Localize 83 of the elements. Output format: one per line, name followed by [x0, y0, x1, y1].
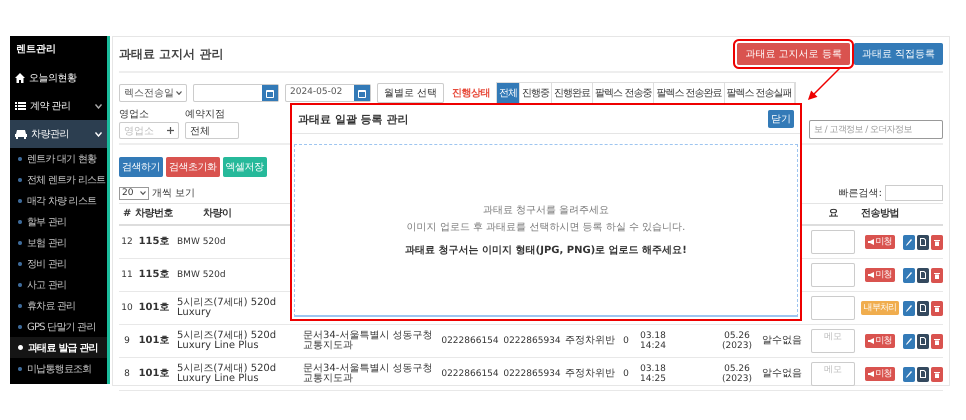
table-cell-text: 0222866154	[440, 368, 500, 381]
column-header[interactable]: 차량번호	[135, 204, 173, 224]
plate-number: 115호	[138, 235, 170, 249]
status-tab[interactable]: 진행중	[520, 83, 552, 103]
status-tab[interactable]: 팔렉스 전송중	[593, 83, 654, 103]
table-cell-text: 주정차위반	[564, 367, 616, 381]
register-button[interactable]: 과태료 고지서로 등록	[737, 43, 850, 65]
car-name: 5시리즈(7세대) 520d Luxury Line Plus	[176, 362, 278, 386]
table-cell-text: 문서34-서울특별시 성동구청 교통지도과	[302, 329, 434, 353]
reserve-branch-label: 예약지점	[185, 108, 226, 121]
status-badge: 미청	[865, 367, 895, 381]
sidebar-title: 렌트관리	[15, 43, 57, 57]
sidebar-item[interactable]: 오늘의현황	[10, 64, 107, 92]
month-select-button[interactable]: 월별로 선택	[377, 83, 444, 103]
status-tab[interactable]: 팔렉스 전송실패	[724, 83, 795, 103]
submenu-item[interactable]: GPS 단말기 관리	[10, 316, 107, 337]
column-header[interactable]: 차량이	[173, 204, 283, 224]
status-tab[interactable]: 진행완료	[552, 83, 594, 103]
table-cell-text: 05.26 (2023)	[721, 363, 753, 386]
car-name: 5시리즈(7세대) 520d Luxury Line Plus	[176, 329, 278, 353]
plate-number: 101호	[138, 301, 170, 315]
page-title: 과태료 고지서 관리	[119, 46, 224, 62]
car-name: BMW 520d	[176, 269, 227, 282]
plate-number: 101호	[138, 334, 170, 348]
submenu-item[interactable]: 보험 관리	[10, 232, 107, 253]
date-type-select[interactable]: 렉스전송일	[119, 84, 187, 102]
action-button[interactable]: 검색하기	[119, 157, 163, 177]
submenu-item[interactable]: 렌트카 대기 현황	[10, 148, 107, 169]
page-size-label: 개씩 보기	[152, 187, 196, 200]
table-cell-text: 0222866154	[440, 335, 500, 348]
row-number: 9	[123, 335, 131, 348]
row-number: 8	[123, 368, 131, 381]
end-date-field[interactable]: 2024-05-02	[285, 84, 371, 102]
page-size-select[interactable]: 20	[119, 186, 149, 200]
row-number: 11	[120, 269, 134, 282]
upload-drop-zone[interactable]: 과태료 청구서를 올려주세요 이미지 업로드 후 과태료를 선택하시면 등록 하실 수 있습니다. 과태료 청구서는 이미지 형태(JPG, PNG)로 업로드 해주세요!	[294, 144, 798, 317]
table-cell-text: 0	[622, 335, 630, 348]
status-badge: 미청	[865, 268, 895, 282]
table-cell-text: 03.18 14:25	[639, 363, 667, 386]
submenu-item[interactable]: 미납통행료조회	[10, 358, 107, 379]
sidebar-item[interactable]: 계약 관리	[10, 92, 107, 120]
reserve-branch-field[interactable]: 전체	[185, 122, 239, 139]
plate-number: 101호	[138, 367, 170, 381]
submenu-item[interactable]: 정비 관리	[10, 253, 107, 274]
status-label: 진행상태	[452, 87, 490, 100]
row-number: 10	[120, 302, 134, 315]
table-cell-text: 알수없음	[761, 367, 803, 381]
table-cell-text: 주정차위반	[564, 334, 616, 348]
table-cell-text: 05.26 (2023)	[721, 330, 753, 353]
upload-notice: 과태료 청구서는 이미지 형태(JPG, PNG)로 업로드 해주세요!	[405, 244, 687, 257]
branch-label: 영업소	[119, 108, 150, 121]
plate-number: 115호	[138, 268, 170, 282]
quick-search-label: 빠른검색:	[838, 187, 882, 200]
close-button[interactable]: 닫기	[768, 110, 794, 128]
submenu-item[interactable]: 매각 차량 리스트	[10, 190, 107, 211]
upload-hint: 과태료 청구서를 올려주세요	[482, 204, 610, 217]
sidebar-item[interactable]: 차량관리	[10, 120, 107, 148]
row-number: 12	[120, 236, 134, 249]
upload-hint: 이미지 업로드 후 과태료를 선택하시면 등록 하실 수 있습니다.	[406, 221, 686, 234]
column-header[interactable]: #	[119, 204, 135, 224]
status-badge: 미청	[865, 334, 895, 348]
column-header[interactable]: 요	[807, 204, 859, 224]
status-tab[interactable]: 팔렉스 전송완료	[654, 83, 725, 103]
status-tab[interactable]: 전체	[497, 83, 520, 103]
modal-title: 과태료 일괄 등록 관리	[298, 112, 408, 126]
table-cell-text: 0222865934	[502, 368, 562, 381]
register-button[interactable]: 과태료 직접등록	[854, 43, 943, 65]
table-cell-text: 0	[622, 368, 630, 381]
table-cell-text: 문서34-서울특별시 성동구청 교통지도과	[302, 362, 434, 386]
status-badge: 내부처리	[860, 301, 900, 315]
table-cell-text: 03.18 14:24	[639, 330, 667, 353]
table-cell-text: 알수없음	[761, 334, 803, 348]
table-cell-text: 0222865934	[502, 335, 562, 348]
car-name: 5시리즈(7세대) 520d Luxury	[176, 296, 278, 320]
submenu-item[interactable]: 휴차료 관리	[10, 295, 107, 316]
submenu-item[interactable]: 전체 렌트카 리스트	[10, 169, 107, 190]
submenu-item[interactable]: 사고 관리	[10, 274, 107, 295]
action-button[interactable]: 검색초기화	[166, 157, 220, 177]
submenu-item[interactable]: 과태료 발급 관리	[10, 337, 107, 358]
column-header[interactable]: 전송방법	[859, 204, 901, 224]
car-name: BMW 520d	[176, 236, 227, 249]
status-badge: 미청	[865, 235, 895, 249]
submenu-item[interactable]: 할부 관리	[10, 211, 107, 232]
